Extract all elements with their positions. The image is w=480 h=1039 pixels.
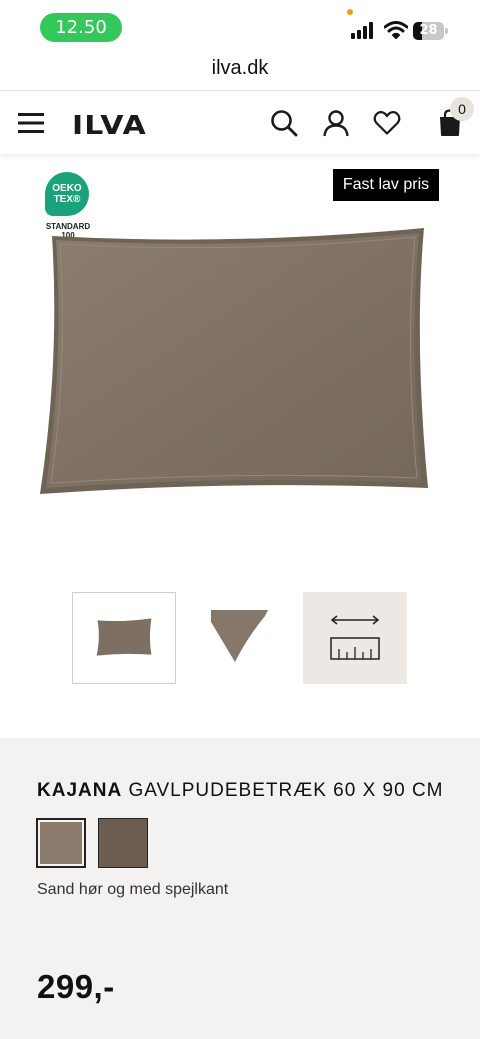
wifi-icon	[384, 21, 408, 39]
search-button[interactable]	[268, 91, 300, 155]
battery-icon: 28	[413, 22, 444, 40]
wishlist-button[interactable]	[371, 91, 403, 155]
hamburger-menu-icon	[18, 113, 44, 133]
product-name: GAVLPUDEBETRÆK 60 X 90 CM	[128, 780, 444, 801]
battery-level-text: 28	[419, 23, 438, 38]
heart-icon	[373, 111, 401, 135]
cellular-signal-icon	[351, 22, 373, 39]
address-bar[interactable]: ilva.dk	[0, 52, 480, 90]
color-swatch-dark[interactable]	[98, 818, 148, 868]
privacy-indicator-icon	[347, 9, 353, 15]
ruler-dimensions-icon	[330, 615, 380, 660]
oeko-tex-logo: OEKO TEX®	[45, 172, 89, 216]
ilva-logo[interactable]: ILVA	[72, 111, 147, 141]
cart-count-badge: 0	[450, 97, 474, 121]
account-button[interactable]	[320, 91, 352, 155]
user-icon	[323, 110, 349, 137]
product-price: 299,-	[37, 968, 115, 1005]
pillow-thumbnail-icon	[96, 618, 152, 656]
site-header: ILVA	[0, 90, 480, 154]
product-title: KAJANA GAVLPUDEBETRÆK 60 X 90 CM	[37, 780, 444, 802]
clock: 12.50	[40, 13, 122, 42]
search-icon	[271, 110, 298, 137]
menu-button[interactable]	[16, 91, 46, 155]
fast-lav-pris-label: Fast lav pris	[333, 169, 439, 201]
thumbnail-dimensions[interactable]	[303, 592, 407, 684]
selected-color-name: Sand hør og med spejlkant	[37, 881, 229, 898]
thumbnail-corner[interactable]	[187, 592, 291, 684]
thumbnail-front[interactable]	[72, 592, 176, 684]
status-bar: 12.50 28	[0, 0, 480, 52]
product-brand: KAJANA	[37, 780, 123, 801]
color-swatch-sand[interactable]	[36, 818, 86, 868]
pillow-corner-thumbnail-icon	[211, 610, 268, 662]
product-image[interactable]	[36, 222, 436, 498]
